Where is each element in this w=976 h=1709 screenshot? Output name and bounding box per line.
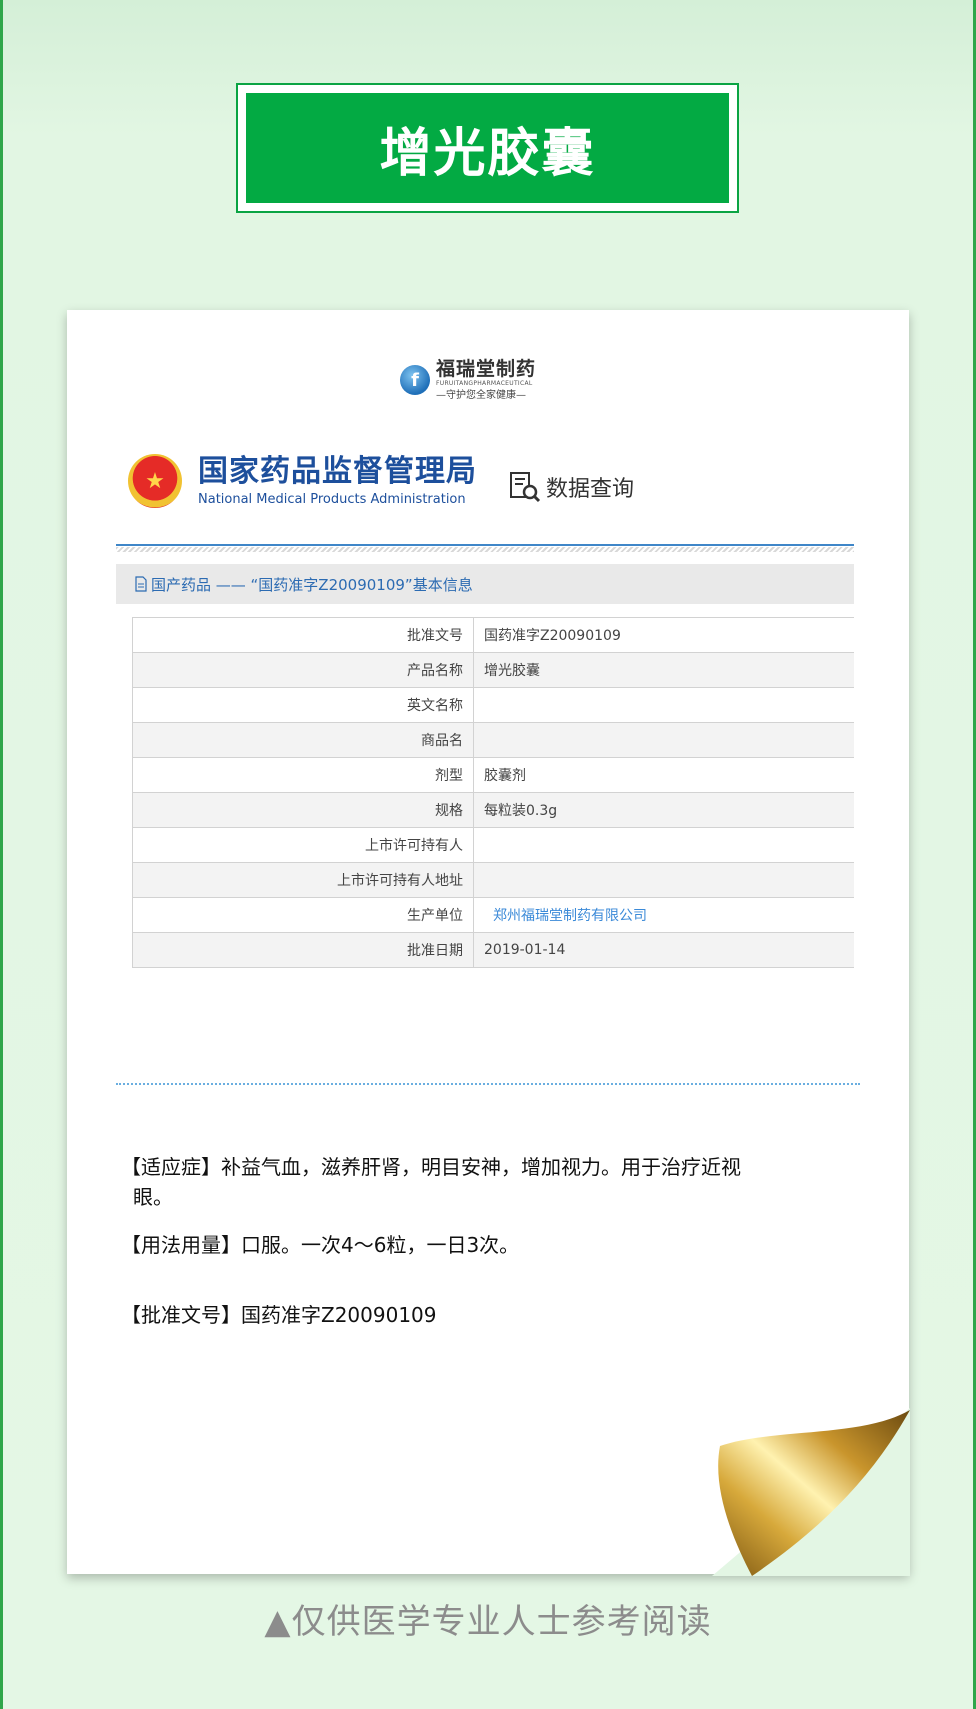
section-header: 国产药品 —— “国药准字Z20090109”基本信息 xyxy=(116,564,854,604)
brand-header: f 福瑞堂制药 FURUITANGPHARMACEUTICAL —守护您全家健康… xyxy=(400,355,536,405)
table-row: 上市许可持有人地址 xyxy=(132,862,854,898)
title-banner: 增光胶囊 xyxy=(236,83,739,213)
row-label: 产品名称 xyxy=(132,652,474,688)
row-label: 规格 xyxy=(132,792,474,828)
row-value: 2019-01-14 xyxy=(473,932,854,968)
row-value xyxy=(473,722,854,758)
row-label: 生产单位 xyxy=(132,897,474,933)
header-divider xyxy=(116,544,854,546)
row-value xyxy=(473,827,854,863)
document-icon xyxy=(135,576,147,592)
row-value: 每粒装0.3g xyxy=(473,792,854,828)
indication-line-1: 【适应症】补益气血，滋养肝肾，明目安神，增加视力。用于治疗近视 xyxy=(121,1155,741,1179)
disclaimer-text: ▲仅供医学专业人士参考阅读 xyxy=(264,1602,712,1642)
row-value xyxy=(473,687,854,723)
header-divider-hatch xyxy=(116,547,854,552)
indication-line-2: 眼。 xyxy=(133,1185,173,1209)
national-emblem-icon: ★ xyxy=(128,454,182,508)
drug-info-table: 批准文号 国药准字Z20090109 产品名称 增光胶囊 英文名称 商品名 剂型… xyxy=(132,617,854,968)
row-value xyxy=(473,862,854,898)
page-curl-decoration xyxy=(712,1408,910,1576)
row-value: 增光胶囊 xyxy=(473,652,854,688)
manufacturer-link[interactable]: 郑州福瑞堂制药有限公司 xyxy=(473,897,854,933)
row-label: 商品名 xyxy=(132,722,474,758)
brand-name-en: FURUITANGPHARMACEUTICAL xyxy=(436,379,533,387)
brand-slogan: —守护您全家健康— xyxy=(436,389,526,401)
table-row: 规格 每粒装0.3g xyxy=(132,792,854,828)
table-row: 批准文号 国药准字Z20090109 xyxy=(132,617,854,653)
data-query-link[interactable]: 数据查询 xyxy=(508,470,634,504)
dosage-text: 【用法用量】口服。一次4～6粒，一日3次。 xyxy=(121,1233,520,1257)
agency-header: ★ 国家药品监督管理局 National Medical Products Ad… xyxy=(128,454,477,508)
data-query-label: 数据查询 xyxy=(546,477,635,502)
row-label: 英文名称 xyxy=(132,687,474,723)
agency-name: 国家药品监督管理局 xyxy=(198,454,477,489)
table-row: 生产单位 郑州福瑞堂制药有限公司 xyxy=(132,897,854,933)
agency-name-en: National Medical Products Administration xyxy=(198,492,466,507)
row-label: 剂型 xyxy=(132,757,474,793)
section-divider xyxy=(116,1083,860,1085)
page-title: 增光胶囊 xyxy=(246,93,729,203)
brand-logo-icon: f xyxy=(400,365,430,395)
row-label: 批准日期 xyxy=(132,932,474,968)
table-row: 批准日期 2019-01-14 xyxy=(132,932,854,968)
document-search-icon xyxy=(510,472,541,503)
table-row: 英文名称 xyxy=(132,687,854,723)
row-label: 批准文号 xyxy=(132,617,474,653)
table-row: 商品名 xyxy=(132,722,854,758)
indication-text: 【适应症】补益气血，滋养肝肾，明目安神，增加视力。用于治疗近视 眼。 xyxy=(121,1152,821,1212)
row-label: 上市许可持有人 xyxy=(132,827,474,863)
table-row: 产品名称 增光胶囊 xyxy=(132,652,854,688)
row-value: 国药准字Z20090109 xyxy=(473,617,854,653)
approval-text: 【批准文号】国药准字Z20090109 xyxy=(121,1303,437,1327)
row-label: 上市许可持有人地址 xyxy=(132,862,474,898)
brand-name: 福瑞堂制药 xyxy=(436,357,537,380)
table-row: 剂型 胶囊剂 xyxy=(132,757,854,793)
section-header-text: 国产药品 —— “国药准字Z20090109”基本信息 xyxy=(151,575,473,594)
table-row: 上市许可持有人 xyxy=(132,827,854,863)
row-value: 胶囊剂 xyxy=(473,757,854,793)
